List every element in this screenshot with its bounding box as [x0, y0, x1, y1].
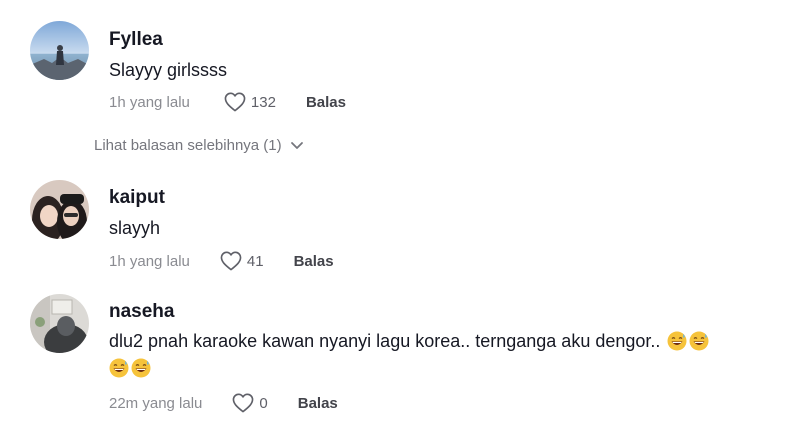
- comment-text: slayyh: [109, 218, 161, 238]
- grinning-sweat-emoji-icon: [689, 331, 709, 351]
- avatar[interactable]: [30, 180, 89, 239]
- timestamp: 1h yang lalu: [109, 93, 190, 111]
- heart-icon: [220, 251, 242, 271]
- comment-text-line2: [109, 358, 151, 379]
- comment-text: Slayyy girlssss: [109, 60, 228, 80]
- like-count: 132: [250, 93, 276, 111]
- like-count: 41: [246, 252, 264, 270]
- timestamp: 22m yang lalu: [109, 394, 203, 412]
- comment-text: dlu2 pnah karaoke kawan nyanyi lagu kore…: [109, 331, 709, 352]
- emoji-group: [660, 331, 709, 351]
- reply-button[interactable]: Balas: [298, 395, 338, 412]
- timestamp: 1h yang lalu: [109, 252, 190, 270]
- avatar-sea-photo-icon: [30, 21, 89, 80]
- grinning-sweat-emoji-icon: [667, 331, 687, 351]
- like-count: 0: [259, 394, 268, 412]
- like-button[interactable]: 0: [232, 393, 268, 413]
- heart-icon: [224, 92, 246, 112]
- view-more-replies-label: Lihat balasan selebihnya (1): [94, 137, 282, 154]
- username[interactable]: naseha: [109, 301, 174, 323]
- view-more-replies[interactable]: Lihat balasan selebihnya (1): [94, 137, 304, 154]
- reply-button[interactable]: Balas: [306, 94, 346, 111]
- grinning-sweat-emoji-icon: [109, 358, 129, 378]
- like-button[interactable]: 41: [220, 251, 264, 271]
- comment-meta: 22m yang lalu 0 Balas: [109, 393, 338, 413]
- reply-button[interactable]: Balas: [294, 253, 334, 270]
- avatar-room-photo-icon: [30, 294, 89, 353]
- chevron-down-icon: [290, 141, 303, 149]
- avatar[interactable]: [30, 294, 89, 353]
- avatar-two-girls-photo-icon: [30, 180, 89, 239]
- comment-meta: 1h yang lalu 132 Balas: [109, 92, 346, 112]
- username[interactable]: kaiput: [109, 187, 165, 209]
- comment-meta: 1h yang lalu 41 Balas: [109, 251, 334, 271]
- avatar[interactable]: [30, 21, 89, 80]
- heart-icon: [233, 393, 254, 413]
- grinning-sweat-emoji-icon: [131, 358, 151, 378]
- like-button[interactable]: 132: [224, 92, 276, 112]
- username[interactable]: Fyllea: [109, 29, 163, 51]
- comment-text-line: dlu2 pnah karaoke kawan nyanyi lagu kore…: [109, 331, 661, 351]
